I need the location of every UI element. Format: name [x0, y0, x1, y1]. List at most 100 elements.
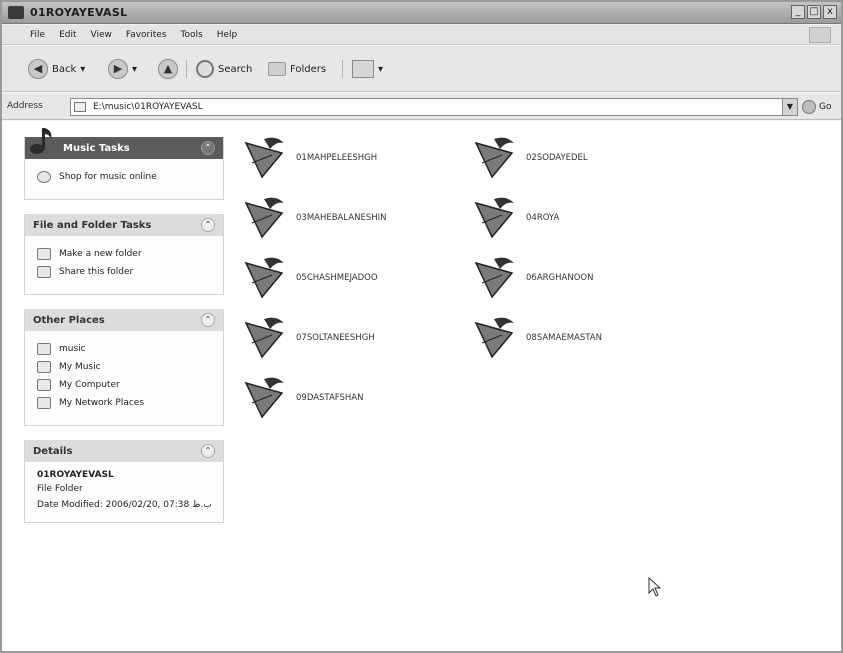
- task-label: Shop for music online: [59, 172, 157, 182]
- file-name: 06ARGHANOON: [526, 273, 594, 283]
- collapse-chevron-icon[interactable]: ⌃: [201, 444, 215, 458]
- views-button[interactable]: ▾: [352, 58, 383, 80]
- place-music[interactable]: music: [37, 343, 213, 355]
- forward-dropdown-icon: ▾: [132, 63, 138, 75]
- menu-edit[interactable]: Edit: [59, 30, 76, 40]
- address-dropdown-icon[interactable]: ▼: [782, 98, 798, 116]
- task-share-folder[interactable]: Share this folder: [37, 266, 213, 278]
- collapse-chevron-icon[interactable]: ⌃: [201, 141, 215, 155]
- file-name: 07SOLTANEESHGH: [296, 333, 375, 343]
- task-shop-music-online[interactable]: Shop for music online: [37, 171, 213, 183]
- place-label: My Network Places: [59, 398, 145, 408]
- back-button[interactable]: ◀ Back ▾: [28, 58, 85, 80]
- file-name: 03MAHEBALANESHIN: [296, 213, 387, 223]
- search-button[interactable]: Search: [196, 58, 252, 80]
- mouse-cursor-icon: [648, 577, 662, 597]
- file-item[interactable]: 03MAHEBALANESHIN: [242, 193, 462, 243]
- task-label: Share this folder: [59, 267, 134, 277]
- file-name: 09DASTAFSHAN: [296, 393, 364, 403]
- back-arrow-icon: ◀: [28, 59, 48, 79]
- menu-favorites[interactable]: Favorites: [126, 30, 167, 40]
- go-label: Go: [819, 102, 832, 112]
- file-item[interactable]: 05CHASHMEJADOO: [242, 253, 462, 303]
- window-controls: _ □ x: [791, 5, 837, 19]
- close-button[interactable]: x: [823, 5, 837, 19]
- my-music-icon: [37, 361, 51, 373]
- up-button[interactable]: ▲: [158, 58, 178, 80]
- folders-button[interactable]: Folders: [268, 58, 326, 80]
- file-item[interactable]: 02SODAYEDEL: [472, 133, 692, 183]
- file-name: 05CHASHMEJADOO: [296, 273, 378, 283]
- address-input[interactable]: E:\music\01ROYAYEVASL: [70, 98, 786, 116]
- up-folder-icon: ▲: [158, 59, 178, 79]
- media-file-icon: [244, 257, 284, 299]
- go-button[interactable]: Go: [802, 98, 831, 116]
- title-bar[interactable]: 01ROYAYEVASL _ □ x: [2, 2, 841, 24]
- file-name: 02SODAYEDEL: [526, 153, 588, 163]
- media-file-icon: [244, 377, 284, 419]
- menu-help[interactable]: Help: [217, 30, 238, 40]
- media-file-icon: [474, 257, 514, 299]
- other-places-title: Other Places: [33, 314, 105, 326]
- media-file-icon: [474, 197, 514, 239]
- place-my-music[interactable]: My Music: [37, 361, 213, 373]
- file-item[interactable]: 07SOLTANEESHGH: [242, 313, 462, 363]
- file-item[interactable]: 09DASTAFSHAN: [242, 373, 462, 423]
- place-label: My Computer: [59, 380, 120, 390]
- content-area: Music Tasks ⌃ Shop for music online File…: [2, 121, 841, 651]
- file-item[interactable]: 04ROYA: [472, 193, 692, 243]
- file-name: 08SAMAEMASTAN: [526, 333, 602, 343]
- search-label: Search: [218, 63, 253, 75]
- menu-tools[interactable]: Tools: [181, 30, 203, 40]
- place-my-network-places[interactable]: My Network Places: [37, 397, 213, 409]
- task-pane: Music Tasks ⌃ Shop for music online File…: [24, 128, 224, 537]
- media-file-icon: [244, 197, 284, 239]
- maximize-button[interactable]: □: [807, 5, 821, 19]
- file-folder-tasks-header[interactable]: File and Folder Tasks ⌃: [25, 214, 223, 236]
- details-title: Details: [33, 445, 73, 457]
- menu-file[interactable]: File: [30, 30, 45, 40]
- details-panel: Details ⌃ 01ROYAYEVASL File Folder Date …: [24, 440, 224, 523]
- other-places-panel: Other Places ⌃ music My Music My Compute…: [24, 309, 224, 426]
- file-list: 01MAHPELEESHGH 02SODAYEDEL 03MAHEBALANESHI…: [242, 133, 762, 453]
- folder-icon: [8, 6, 24, 19]
- task-make-new-folder[interactable]: Make a new folder: [37, 248, 213, 260]
- details-folder-name: 01ROYAYEVASL: [37, 470, 114, 480]
- windows-logo-icon: [809, 27, 831, 43]
- back-dropdown-icon: ▾: [80, 63, 86, 75]
- toolbar: ◀ Back ▾ ▶ ▾ ▲ Search Folders ▾: [2, 46, 841, 92]
- file-name: 04ROYA: [526, 213, 560, 223]
- collapse-chevron-icon[interactable]: ⌃: [201, 218, 215, 232]
- music-note-icon: [30, 128, 52, 154]
- media-file-icon: [244, 137, 284, 179]
- minimize-button[interactable]: _: [791, 5, 805, 19]
- place-my-computer[interactable]: My Computer: [37, 379, 213, 391]
- file-item[interactable]: 06ARGHANOON: [472, 253, 692, 303]
- music-tasks-panel: Music Tasks ⌃ Shop for music online: [24, 128, 224, 200]
- back-label: Back: [52, 63, 77, 75]
- forward-button[interactable]: ▶ ▾: [108, 58, 137, 80]
- details-date-modified: Date Modified: 2006/02/20, 07:38 ب.ظ: [37, 500, 212, 510]
- details-header[interactable]: Details ⌃: [25, 440, 223, 462]
- menu-view[interactable]: View: [91, 30, 112, 40]
- place-label: My Music: [59, 362, 101, 372]
- collapse-chevron-icon[interactable]: ⌃: [201, 313, 215, 327]
- folders-icon: [268, 62, 286, 76]
- search-icon: [196, 60, 214, 78]
- other-places-header[interactable]: Other Places ⌃: [25, 309, 223, 331]
- network-icon: [37, 397, 51, 409]
- other-places-body: music My Music My Computer My Network Pl…: [25, 331, 223, 425]
- music-tasks-header[interactable]: Music Tasks ⌃: [25, 128, 223, 159]
- file-folder-tasks-body: Make a new folder Share this folder: [25, 236, 223, 294]
- details-folder-type: File Folder: [37, 484, 83, 494]
- file-folder-tasks-panel: File and Folder Tasks ⌃ Make a new folde…: [24, 214, 224, 295]
- file-item[interactable]: 01MAHPELEESHGH: [242, 133, 462, 183]
- globe-icon: [37, 171, 51, 183]
- explorer-window: 01ROYAYEVASL _ □ x File Edit View Favori…: [0, 0, 843, 653]
- new-folder-icon: [37, 248, 51, 260]
- go-arrow-icon: [802, 100, 816, 114]
- views-icon: [352, 60, 374, 78]
- computer-icon: [37, 379, 51, 391]
- media-file-icon: [474, 317, 514, 359]
- file-item[interactable]: 08SAMAEMASTAN: [472, 313, 692, 363]
